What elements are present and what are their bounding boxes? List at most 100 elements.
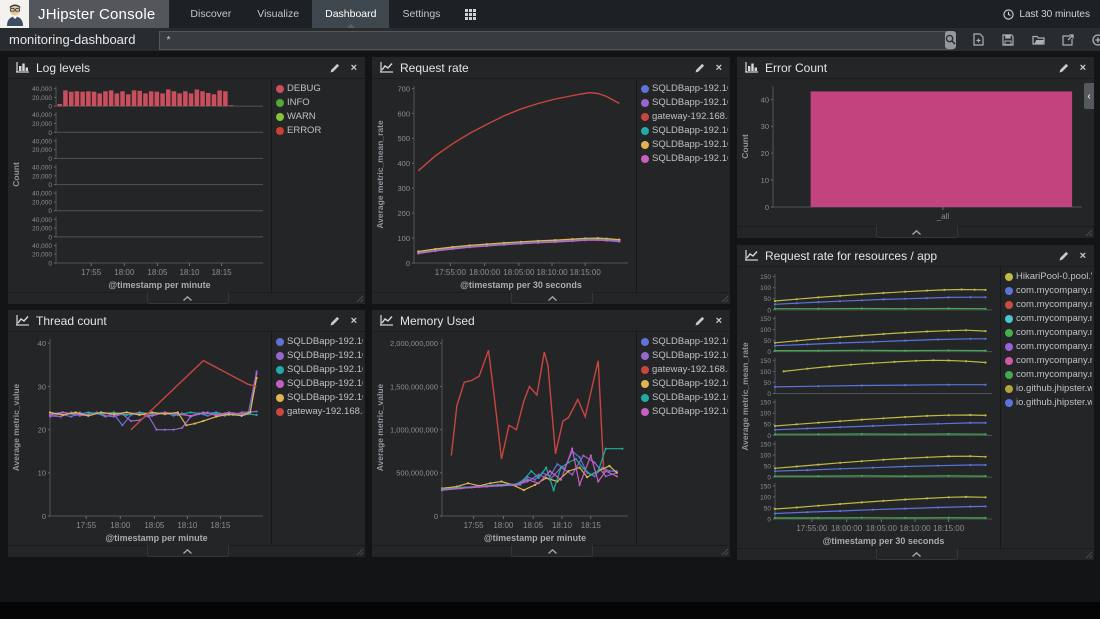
legend-item[interactable]: SQLDBapp-192.168.4... — [641, 97, 728, 108]
legend-item[interactable]: io.github.jhipster.web.r... — [1005, 397, 1092, 408]
legend-toggle[interactable]: › — [1000, 271, 1001, 297]
legend-item[interactable]: com.mycompany.myap... — [1005, 369, 1092, 380]
collapse-panel-button[interactable] — [511, 545, 593, 557]
resize-handle[interactable] — [1085, 229, 1093, 237]
collapse-panel-button[interactable] — [147, 292, 229, 304]
legend-item[interactable]: SQLDBapp-192.168.4... — [276, 364, 363, 375]
close-panel-button[interactable]: × — [716, 316, 722, 326]
legend-color-dot — [1005, 273, 1013, 281]
close-panel-button[interactable]: × — [1080, 63, 1086, 73]
edit-panel-button[interactable] — [330, 316, 340, 326]
edit-panel-button[interactable] — [695, 63, 705, 73]
legend-item[interactable]: SQLDBapp-192.168.4... — [641, 139, 728, 150]
legend-item[interactable]: gateway-192.168.43.8:... — [641, 364, 728, 375]
close-panel-button[interactable]: × — [351, 316, 357, 326]
add-visualization-button[interactable] — [1090, 32, 1100, 48]
edit-panel-button[interactable] — [330, 63, 340, 73]
edit-panel-button[interactable] — [1059, 63, 1069, 73]
legend-color-dot — [641, 127, 649, 135]
jhipster-logo[interactable] — [0, 0, 29, 28]
panel-header[interactable]: Log levels× — [8, 57, 365, 79]
legend-item[interactable]: SQLDBapp-192.168.4... — [641, 153, 728, 164]
legend-item[interactable]: com.mycompany.myap... — [1005, 327, 1092, 338]
legend-item[interactable]: HikariPool-0.pool.Wait — [1005, 271, 1092, 282]
legend-item[interactable]: SQLDBapp-192.168.4... — [641, 392, 728, 403]
search-button[interactable] — [945, 31, 956, 49]
resize-handle[interactable] — [721, 295, 729, 303]
legend-toggle[interactable]: › — [636, 336, 637, 362]
panel-log-levels: Log levels×Count020,00040,000020,00040,0… — [8, 57, 365, 304]
close-panel-button[interactable]: × — [716, 63, 722, 73]
collapse-panel-button[interactable] — [876, 548, 958, 560]
collapse-panel-button[interactable] — [511, 292, 593, 304]
close-panel-button[interactable]: × — [351, 63, 357, 73]
legend-item[interactable]: com.mycompany.myap... — [1005, 299, 1092, 310]
legend-item[interactable]: ERROR — [276, 125, 363, 136]
edit-panel-button[interactable] — [1059, 251, 1069, 261]
svg-text:20,000: 20,000 — [32, 121, 52, 128]
legend-item[interactable]: SQLDBapp-192.168.4... — [641, 125, 728, 136]
panel-header[interactable]: Memory Used× — [372, 310, 730, 332]
load-dashboard-button[interactable] — [1030, 32, 1046, 48]
legend-item[interactable]: gateway-192.168.43.8:... — [641, 111, 728, 122]
legend-item[interactable]: gateway-192.168.43.8:... — [276, 406, 363, 417]
legend-item[interactable]: SQLDBapp-192.168.4... — [276, 378, 363, 389]
new-dashboard-button[interactable] — [970, 32, 986, 48]
panel-header[interactable]: Request rate for resources / app× — [737, 245, 1094, 267]
share-button[interactable] — [1060, 32, 1076, 48]
legend-item[interactable]: SQLDBapp-192.168.4... — [641, 406, 728, 417]
legend-item[interactable]: SQLDBapp-192.168.4... — [276, 336, 363, 347]
panel-header[interactable]: Thread count× — [8, 310, 365, 332]
save-dashboard-button[interactable] — [1000, 32, 1016, 48]
nav-item-visualize[interactable]: Visualize — [244, 0, 312, 28]
legend-item[interactable]: SQLDBapp-192.168.4... — [641, 83, 728, 94]
resize-handle[interactable] — [356, 295, 364, 303]
save-dashboard-icon — [1002, 34, 1014, 46]
legend-item[interactable]: SQLDBapp-192.168.4... — [641, 378, 728, 389]
brand-title[interactable]: JHipster Console — [29, 0, 169, 28]
panel-memory-used: Memory Used×Average metric_value0500,000… — [372, 310, 730, 557]
nav-item-dashboard[interactable]: Dashboard — [312, 0, 389, 28]
legend-label: SQLDBapp-192.168.4... — [652, 139, 728, 150]
svg-text:30: 30 — [761, 122, 769, 131]
query-input[interactable] — [159, 31, 953, 50]
svg-text:Average metric_mean_rate: Average metric_mean_rate — [740, 342, 750, 451]
legend-item[interactable]: com.mycompany.myap... — [1005, 313, 1092, 324]
legend-item[interactable]: SQLDBapp-192.168.4... — [641, 350, 728, 361]
resize-handle[interactable] — [356, 548, 364, 556]
legend-toggle[interactable]: › — [271, 336, 272, 362]
svg-text:40,000: 40,000 — [32, 138, 52, 145]
resize-handle[interactable] — [721, 548, 729, 556]
legend-label: com.mycompany.myap... — [1016, 355, 1092, 366]
legend-item[interactable]: com.mycompany.myap... — [1005, 341, 1092, 352]
bottom-strip — [0, 602, 1100, 619]
collapse-panel-button[interactable] — [147, 545, 229, 557]
apps-menu-button[interactable] — [453, 0, 488, 28]
close-panel-button[interactable]: × — [1080, 251, 1086, 261]
legend-item[interactable]: DEBUG — [276, 83, 363, 94]
panel-header[interactable]: Error Count× — [737, 57, 1094, 79]
resize-handle[interactable] — [1085, 551, 1093, 559]
legend-item[interactable]: SQLDBapp-192.168.4... — [276, 392, 363, 403]
edit-panel-button[interactable] — [695, 316, 705, 326]
edit-pencil-icon — [330, 316, 340, 326]
legend-item[interactable]: SQLDBapp-192.168.4... — [641, 336, 728, 347]
bar-chart-icon — [16, 62, 29, 73]
collapse-panel-button[interactable] — [876, 226, 958, 238]
nav-item-settings[interactable]: Settings — [389, 0, 453, 28]
legend-toggle[interactable]: › — [271, 83, 272, 109]
legend-item[interactable]: SQLDBapp-192.168.4... — [276, 350, 363, 361]
legend-toggle[interactable]: › — [636, 83, 637, 109]
time-picker[interactable]: Last 30 minutes — [1003, 0, 1100, 28]
legend-item[interactable]: INFO — [276, 97, 363, 108]
svg-text:20,000: 20,000 — [32, 173, 52, 180]
legend-item[interactable]: io.github.jhipster.web.r... — [1005, 383, 1092, 394]
legend-toggle[interactable]: ‹ — [1084, 83, 1094, 109]
nav-item-discover[interactable]: Discover — [177, 0, 244, 28]
svg-text:100: 100 — [760, 494, 771, 501]
legend-item[interactable]: WARN — [276, 111, 363, 122]
legend-item[interactable]: com.mycompany.myap... — [1005, 285, 1092, 296]
panel-header[interactable]: Request rate× — [372, 57, 730, 79]
svg-text:17:55:00: 17:55:00 — [796, 524, 828, 533]
legend-item[interactable]: com.mycompany.myap... — [1005, 355, 1092, 366]
